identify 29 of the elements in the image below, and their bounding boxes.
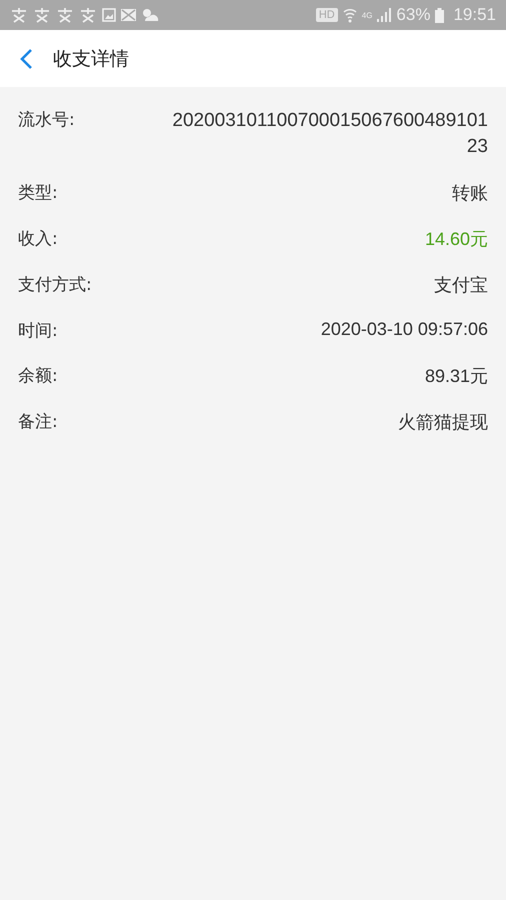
detail-value: 支付宝	[434, 274, 488, 298]
detail-value: 火箭猫提现	[398, 411, 488, 434]
detail-label: 类型:	[18, 182, 58, 204]
detail-value: 14.60元	[424, 228, 488, 252]
notification-icon	[10, 7, 28, 23]
image-icon	[102, 8, 116, 22]
battery-percent: 63%	[396, 5, 430, 25]
detail-label: 余额:	[18, 365, 58, 388]
detail-label: 备注:	[18, 411, 58, 434]
wifi-icon	[342, 7, 357, 23]
back-icon[interactable]	[19, 48, 33, 70]
notification-icon	[79, 7, 97, 23]
notification-icon	[33, 7, 51, 23]
hd-badge: HD	[316, 8, 338, 22]
battery-icon	[435, 8, 444, 22]
detail-value: 2020-03-10 09:57:06	[320, 319, 488, 340]
detail-label: 时间:	[18, 320, 58, 342]
detail-value: 20200310110070001506760048910123	[171, 109, 488, 159]
signal-icon	[377, 8, 392, 22]
mail-icon	[121, 9, 136, 21]
page-title: 收支详情	[53, 46, 129, 72]
notification-icon	[56, 7, 74, 23]
network-label: 4G	[362, 11, 372, 20]
detail-value: 转账	[452, 182, 488, 206]
detail-label: 流水号:	[18, 109, 75, 131]
detail-label: 支付方式:	[18, 274, 92, 296]
detail-value: 89.31元	[424, 365, 488, 388]
detail-label: 收入:	[18, 228, 58, 250]
clock-time: 19:51	[453, 5, 496, 25]
